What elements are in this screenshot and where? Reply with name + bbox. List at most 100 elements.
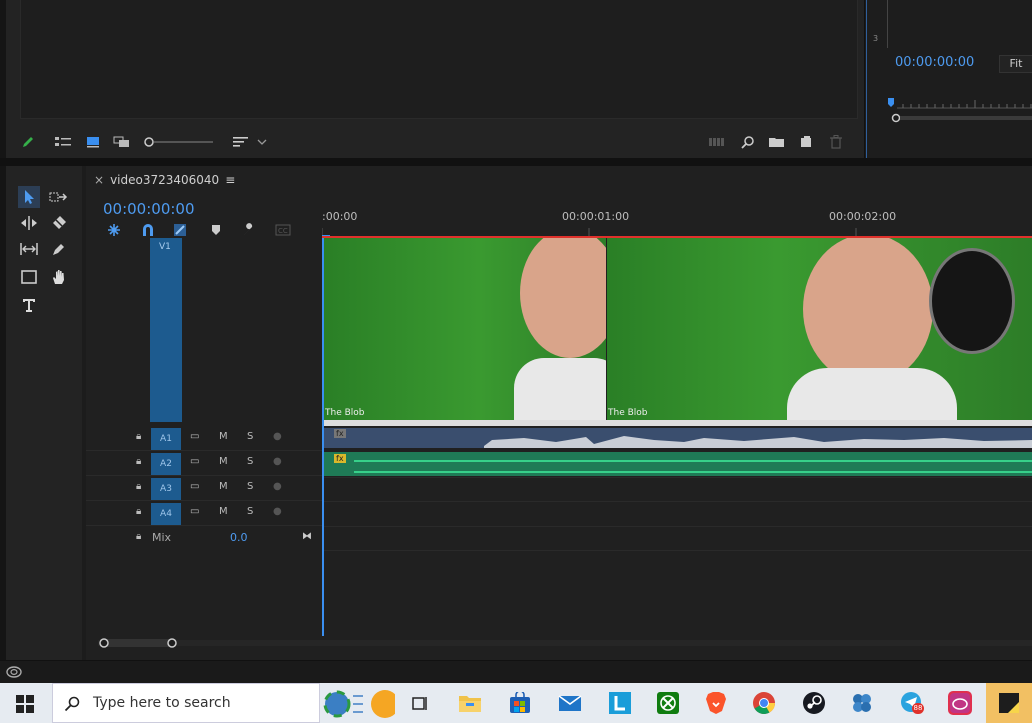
tab-menu-icon[interactable]: ≡ [225,173,235,187]
new-bin-icon[interactable] [768,134,786,150]
track-select-forward-tool-icon[interactable] [48,186,70,208]
lightshot-app-icon[interactable] [606,689,634,717]
sequence-name: video3723406040 [110,173,220,187]
slip-tool-icon[interactable] [18,238,40,260]
panel-divider[interactable] [0,158,1032,166]
program-timecode[interactable]: 00:00:00:00 [895,55,974,70]
lock-icon[interactable]: 🔒︎ [136,431,141,442]
freeform-view-icon[interactable] [112,134,132,150]
file-explorer-icon[interactable] [456,689,484,717]
hand-tool-icon[interactable] [48,266,70,288]
puzzle-app-icon[interactable] [848,689,876,717]
status-bar [0,660,1032,684]
telegram-icon[interactable]: 88 [898,689,926,717]
lock-icon[interactable]: 🔒︎ [136,506,141,517]
solo-button[interactable]: S [247,506,253,517]
mute-button[interactable]: M [219,506,228,517]
mix-label: Mix [152,531,172,544]
snap-magnet-icon[interactable] [140,222,156,238]
selection-tool-icon[interactable] [18,186,40,208]
taskbar-search-box[interactable]: Type here to search [52,683,395,723]
solo-button[interactable]: S [247,431,253,442]
type-tool-icon[interactable] [18,294,40,316]
mute-button[interactable]: M [219,456,228,467]
audio-clip-a1[interactable]: fx [324,428,1032,448]
pencil-icon[interactable] [20,134,36,150]
zoom-level-dropdown[interactable]: Fit [999,55,1032,73]
go-to-edge-icon[interactable]: ⧓ [302,531,312,542]
track-target-a4[interactable]: A4 [151,503,181,525]
ruler-label: 00:00:01:00 [562,210,630,223]
sync-lock-icon[interactable]: ▭ [190,481,199,492]
pen-tool-icon[interactable] [48,238,70,260]
video-clip[interactable]: The Blob [324,238,606,420]
search-highlight-icon[interactable] [323,686,395,722]
add-marker-icon[interactable] [208,222,224,238]
sticky-notes-icon[interactable] [986,683,1032,723]
program-zoom-scrollbar[interactable] [891,113,1032,123]
steam-icon[interactable] [800,689,828,717]
audio-clip-a2[interactable]: fx [324,452,1032,476]
creative-cloud-app-icon[interactable] [946,689,974,717]
lock-icon[interactable]: 🔒︎ [136,531,141,542]
sync-lock-icon[interactable]: ▭ [190,506,199,517]
track-target-v1[interactable]: V1 [150,238,182,422]
task-view-icon[interactable] [408,691,432,715]
voice-over-record-icon[interactable]: ● [273,481,282,492]
clip-thumbnail-headphone [929,248,1015,354]
lock-icon[interactable]: 🔒︎ [136,481,141,492]
time-ruler[interactable]: :00:00 00:00:01:00 00:00:02:00 [322,206,1032,238]
sync-lock-icon[interactable]: ▭ [190,431,199,442]
sort-icon[interactable] [232,134,250,150]
solo-button[interactable]: S [247,456,253,467]
brave-browser-icon[interactable] [702,689,730,717]
razor-tool-icon[interactable] [48,212,70,234]
search-icon[interactable] [740,134,756,150]
wrench-icon[interactable] [240,222,258,238]
clip-label: The Blob [325,408,365,418]
nest-icon[interactable] [106,222,122,238]
linked-selection-icon[interactable] [172,222,188,238]
captions-icon[interactable]: CC [274,222,292,238]
icon-view-icon[interactable] [84,134,102,150]
program-mini-timeline[interactable] [887,96,1032,114]
playhead-timecode[interactable]: 00:00:00:00 [103,200,195,218]
new-item-icon[interactable] [798,134,814,150]
zoom-slider[interactable] [142,134,216,150]
lock-icon[interactable]: 🔒︎ [136,456,141,467]
track-target-a2[interactable]: A2 [151,453,181,475]
solo-button[interactable]: S [247,481,253,492]
video-clip[interactable]: The Blob [607,238,1032,420]
playhead-line[interactable] [322,238,324,636]
microsoft-store-icon[interactable] [506,689,534,717]
timeline-zoom-scrollbar[interactable] [98,636,1032,650]
creative-cloud-icon[interactable] [6,665,22,679]
audio-track-header-a1: 🔒︎ A1 ▭ M S ● [86,426,322,451]
xbox-icon[interactable] [654,689,682,717]
track-line [322,526,1032,527]
chrome-icon[interactable] [750,689,778,717]
track-target-a3[interactable]: A3 [151,478,181,500]
mute-button[interactable]: M [219,431,228,442]
chevron-down-icon[interactable] [256,134,268,150]
track-line [322,477,1032,478]
mute-button[interactable]: M [219,481,228,492]
voice-over-record-icon[interactable]: ● [273,431,282,442]
track-target-a1[interactable]: A1 [151,428,181,450]
trash-icon[interactable] [828,134,844,150]
ripple-edit-tool-icon[interactable] [18,212,40,234]
sync-lock-icon[interactable]: ▭ [190,456,199,467]
project-bin-area[interactable] [20,0,858,119]
voice-over-record-icon[interactable]: ● [273,506,282,517]
mix-volume-value[interactable]: 0.0 [230,531,248,544]
windows-start-icon[interactable] [14,693,36,715]
track-divider[interactable] [322,420,1032,426]
list-view-icon[interactable] [54,134,72,150]
clip-thumbnail-shirt [787,368,957,420]
tab-close-icon[interactable]: × [94,173,104,187]
rectangle-tool-icon[interactable] [18,266,40,288]
mail-icon[interactable] [556,689,584,717]
voice-over-record-icon[interactable]: ● [273,456,282,467]
sequence-tab[interactable]: × video3723406040 ≡ [94,173,235,187]
automate-to-sequence-icon[interactable] [708,134,726,150]
